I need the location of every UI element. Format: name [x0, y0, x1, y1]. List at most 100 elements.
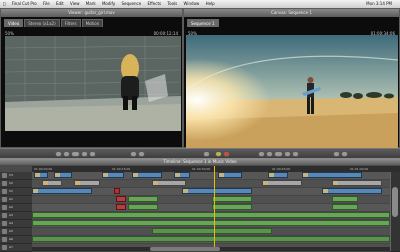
- video-clip[interactable]: [182, 188, 252, 194]
- viewer-area: Viewer: guitar_girl.mov Video Stereo (a1a…: [0, 8, 400, 153]
- canvas-previous-edit-button[interactable]: [258, 151, 265, 157]
- video-clip[interactable]: [302, 172, 362, 178]
- track-lane-v3[interactable]: [32, 172, 390, 180]
- tab-motion[interactable]: Motion: [81, 19, 104, 27]
- track-header-a4[interactable]: A4: [0, 220, 32, 228]
- audio-clip[interactable]: [332, 204, 358, 210]
- canvas-play-in-out-button[interactable]: [266, 151, 273, 157]
- track-header-a5[interactable]: A5: [0, 228, 32, 236]
- track-lock-icon[interactable]: [2, 181, 7, 186]
- track-lock-icon[interactable]: [2, 229, 7, 234]
- canvas-play-button[interactable]: [274, 151, 283, 157]
- menu-app[interactable]: Final Cut Pro: [12, 1, 37, 6]
- audio-clip[interactable]: [332, 196, 358, 202]
- video-clip[interactable]: [174, 172, 190, 178]
- track-lock-icon[interactable]: [2, 221, 7, 226]
- video-clip[interactable]: [74, 180, 100, 186]
- apple-menu-icon[interactable]: : [3, 1, 5, 6]
- audio-clip[interactable]: [152, 228, 272, 234]
- canvas-shuttle-icon[interactable]: [203, 151, 210, 157]
- track-header-a7[interactable]: A7: [0, 244, 32, 252]
- menu-edit[interactable]: Edit: [56, 1, 64, 6]
- track-header-a6[interactable]: A6: [0, 236, 32, 244]
- video-clip[interactable]: [32, 188, 92, 194]
- video-clip[interactable]: [152, 180, 186, 186]
- desert-scene-image: [186, 35, 398, 153]
- menu-effects[interactable]: Effects: [148, 1, 162, 6]
- video-clip[interactable]: [102, 172, 124, 178]
- timeline-playhead[interactable]: [214, 166, 215, 251]
- track-lane-a4[interactable]: [32, 220, 390, 228]
- track-lock-icon[interactable]: [2, 205, 7, 210]
- tab-video[interactable]: Video: [4, 19, 24, 27]
- track-lock-icon[interactable]: [2, 197, 7, 202]
- video-clip[interactable]: [322, 188, 382, 194]
- audio-clip[interactable]: [128, 196, 158, 202]
- video-clip[interactable]: [114, 188, 120, 194]
- menu-help[interactable]: Help: [206, 1, 215, 6]
- track-lock-icon[interactable]: [2, 173, 7, 178]
- tab-stereo[interactable]: Stereo (a1a2): [24, 19, 60, 27]
- menu-mark[interactable]: Mark: [86, 1, 96, 6]
- video-clip[interactable]: [132, 172, 162, 178]
- track-header-v2[interactable]: V2: [0, 180, 32, 188]
- track-lock-icon[interactable]: [2, 213, 7, 218]
- track-lane-v1[interactable]: [32, 188, 390, 196]
- video-clip[interactable]: [332, 180, 382, 186]
- viewer-play-button[interactable]: [71, 151, 80, 157]
- video-clip[interactable]: [42, 180, 62, 186]
- canvas-video-frame[interactable]: [186, 35, 398, 153]
- tab-filters[interactable]: Filters: [60, 19, 81, 27]
- track-header-a2[interactable]: A2: [0, 204, 32, 212]
- track-lane-a2[interactable]: [32, 204, 390, 212]
- menu-sequence[interactable]: Sequence: [121, 1, 141, 6]
- viewer-play-in-out-button[interactable]: [63, 151, 70, 157]
- audio-clip[interactable]: [128, 204, 158, 210]
- video-clip[interactable]: [218, 172, 242, 178]
- viewer-tabs: Video Stereo (a1a2) Filters Motion: [4, 19, 104, 27]
- track-header-a1[interactable]: A1: [0, 196, 32, 204]
- track-lock-icon[interactable]: [2, 237, 7, 242]
- menu-modify[interactable]: Modify: [102, 1, 115, 6]
- video-clip[interactable]: [262, 180, 302, 186]
- video-clip[interactable]: [34, 172, 48, 178]
- track-lock-icon[interactable]: [2, 189, 7, 194]
- track-lane-a6[interactable]: [32, 236, 390, 244]
- viewer-video-frame[interactable]: [5, 36, 181, 131]
- track-lane-a1[interactable]: [32, 196, 390, 204]
- track-lock-icon[interactable]: [2, 245, 7, 250]
- viewer-previous-edit-button[interactable]: [55, 151, 62, 157]
- audio-clip[interactable]: [32, 220, 390, 226]
- timeline-horizontal-scroll-thumb[interactable]: [150, 247, 220, 251]
- menu-view[interactable]: View: [70, 1, 80, 6]
- audio-clip[interactable]: [212, 196, 252, 202]
- track-header-v3[interactable]: V3: [0, 172, 32, 180]
- viewer-next-edit-button[interactable]: [89, 151, 96, 157]
- canvas-mark-out-button[interactable]: [341, 151, 348, 157]
- canvas-next-edit-button[interactable]: [292, 151, 299, 157]
- tab-sequence-1[interactable]: Sequence 1: [187, 19, 219, 27]
- viewer-mark-in-button[interactable]: [130, 151, 137, 157]
- audio-clip[interactable]: [116, 196, 126, 202]
- canvas-overwrite-edit-button[interactable]: [223, 151, 230, 157]
- timeline-vertical-scroll-thumb[interactable]: [392, 187, 398, 217]
- audio-clip[interactable]: [32, 212, 390, 218]
- viewer-mark-out-button[interactable]: [138, 151, 145, 157]
- canvas-insert-edit-button[interactable]: [215, 151, 222, 157]
- track-lane-a5[interactable]: [32, 228, 390, 236]
- audio-clip[interactable]: [32, 236, 390, 242]
- track-lane-v2[interactable]: [32, 180, 390, 188]
- menu-file[interactable]: File: [43, 1, 50, 6]
- menu-window[interactable]: Window: [184, 1, 200, 6]
- video-clip[interactable]: [54, 172, 72, 178]
- menu-tools[interactable]: Tools: [167, 1, 177, 6]
- audio-clip[interactable]: [212, 204, 252, 210]
- canvas-mark-in-button[interactable]: [333, 151, 340, 157]
- track-header-v1[interactable]: V1: [0, 188, 32, 196]
- viewer-play-around-button[interactable]: [81, 151, 88, 157]
- video-clip[interactable]: [268, 172, 288, 178]
- track-header-a3[interactable]: A3: [0, 212, 32, 220]
- audio-clip[interactable]: [116, 204, 126, 210]
- canvas-play-around-button[interactable]: [284, 151, 291, 157]
- track-lane-a3[interactable]: [32, 212, 390, 220]
